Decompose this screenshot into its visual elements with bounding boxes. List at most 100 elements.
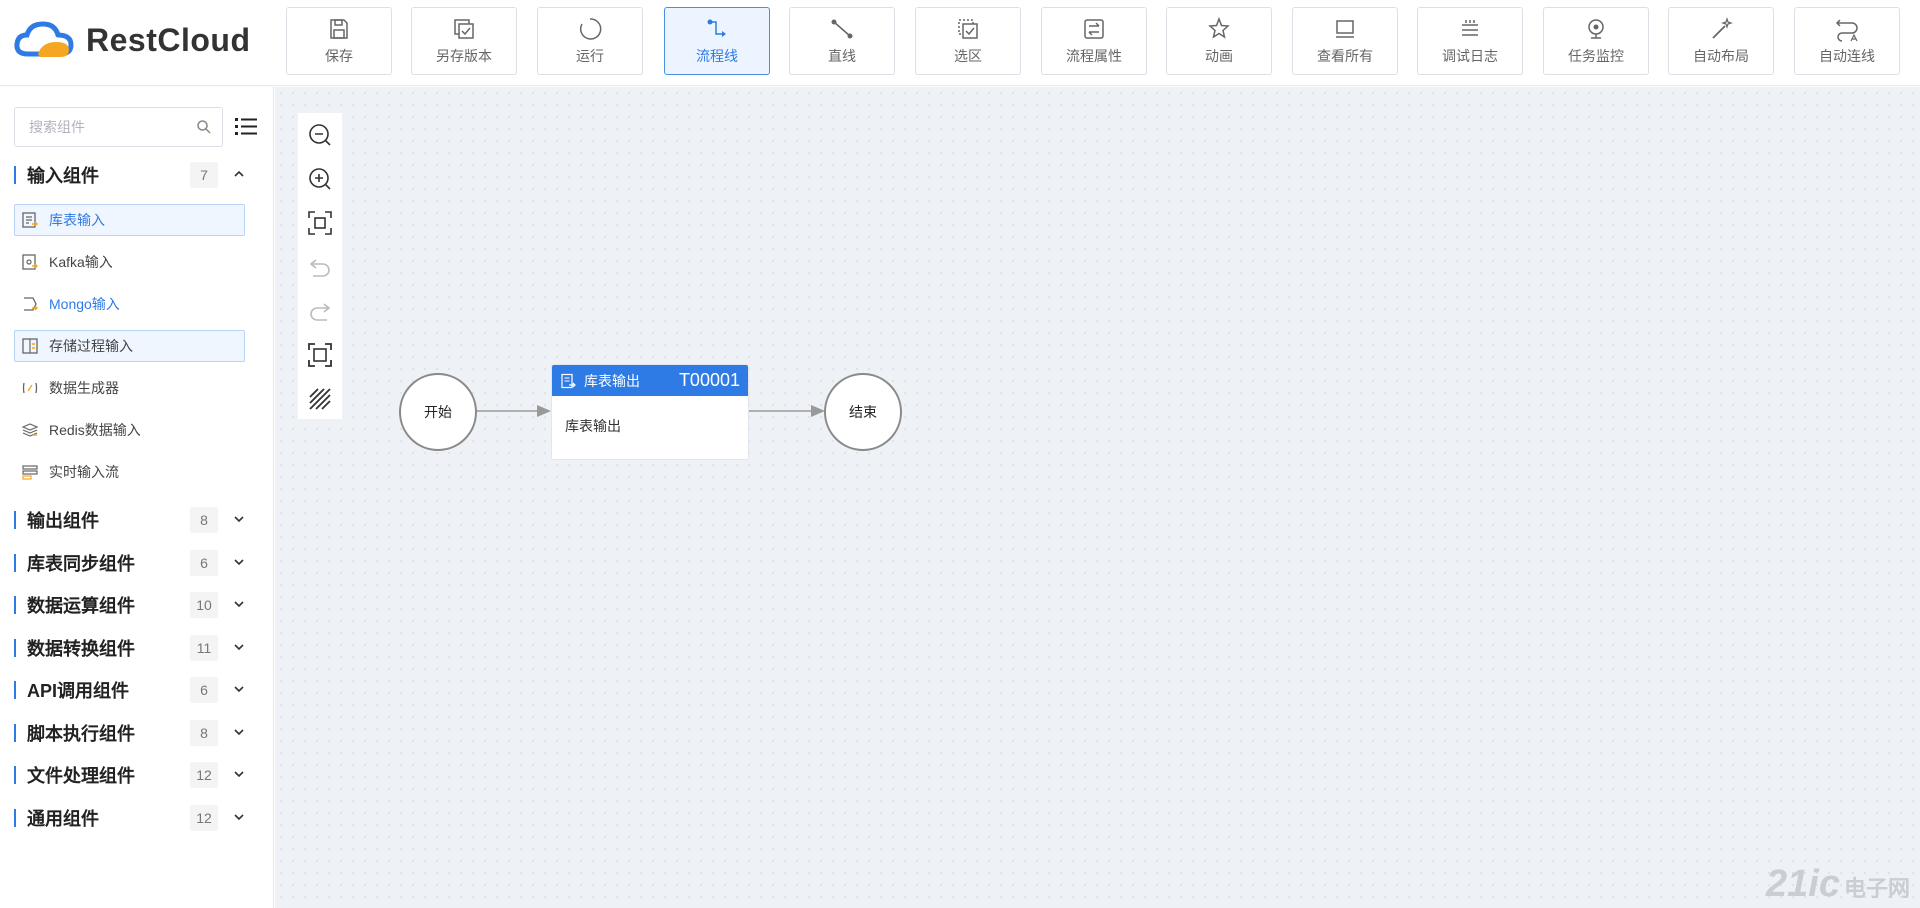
stored-procedure-icon: [22, 338, 38, 354]
group-input-components[interactable]: 输入组件 7: [0, 160, 274, 190]
component-label: 数据生成器: [49, 380, 119, 396]
select-area-button[interactable]: 选区: [915, 7, 1021, 75]
group-title: 通用组件: [27, 809, 99, 829]
task-monitor-button[interactable]: 任务监控: [1543, 7, 1649, 75]
group-title: 脚本执行组件: [27, 724, 135, 744]
chevron-down-icon[interactable]: [232, 640, 246, 654]
component-table-input[interactable]: 库表输入: [14, 204, 245, 236]
tool-label: 运行: [576, 48, 604, 64]
group-data-transform-components[interactable]: 数据转换组件 11: [0, 633, 274, 663]
auto-layout-button[interactable]: 自动布局: [1668, 7, 1774, 75]
component-kafka-input[interactable]: Kafka输入: [14, 246, 245, 278]
watermark: 21ic 电子网: [1766, 863, 1910, 906]
chevron-down-icon[interactable]: [232, 555, 246, 569]
tool-label: 查看所有: [1317, 48, 1373, 64]
component-label: 实时输入流: [49, 464, 119, 480]
task-node[interactable]: 库表输出 T00001 库表输出: [551, 364, 749, 460]
chevron-down-icon[interactable]: [232, 597, 246, 611]
actual-size-icon[interactable]: [307, 342, 333, 368]
group-output-components[interactable]: 输出组件 8: [0, 505, 274, 535]
save-version-button[interactable]: 另存版本: [411, 7, 517, 75]
chevron-down-icon[interactable]: [232, 810, 246, 824]
chevron-up-icon[interactable]: [232, 167, 246, 181]
component-redis-input[interactable]: Redis数据输入: [14, 414, 245, 446]
debug-log-icon: [1462, 20, 1478, 36]
group-count: 12: [190, 805, 218, 831]
group-marker: [14, 766, 16, 784]
flow-line-button[interactable]: 流程线: [664, 7, 770, 75]
group-api-call-components[interactable]: API调用组件 6: [0, 675, 274, 705]
group-marker: [14, 511, 16, 529]
group-script-components[interactable]: 脚本执行组件 8: [0, 718, 274, 748]
component-label: 库表输入: [49, 212, 105, 228]
tool-label: 另存版本: [436, 48, 492, 64]
zoom-in-icon[interactable]: [307, 166, 333, 192]
select-area-icon: [958, 19, 978, 39]
search-icon[interactable]: [196, 119, 212, 135]
group-table-sync-components[interactable]: 库表同步组件 6: [0, 548, 274, 578]
task-node-id: T00001: [678, 370, 740, 390]
redo-icon[interactable]: [307, 298, 333, 324]
fit-view-icon[interactable]: [307, 210, 333, 236]
group-data-operation-components[interactable]: 数据运算组件 10: [0, 590, 274, 620]
group-common-components[interactable]: 通用组件 12: [0, 803, 274, 833]
component-data-generator[interactable]: 数据生成器: [14, 372, 245, 404]
undo-icon[interactable]: [307, 254, 333, 280]
flow-canvas[interactable]: 开始 库表输出 T00001 库表输出 结束 21ic 电子网: [275, 87, 1920, 908]
cloud-logo-icon: [14, 21, 74, 57]
watermark-sub: 电子网: [1843, 876, 1910, 901]
group-marker: [14, 809, 16, 827]
debug-log-button[interactable]: 调试日志: [1417, 7, 1523, 75]
chevron-down-icon[interactable]: [232, 512, 246, 526]
component-mongo-input[interactable]: Mongo输入: [14, 288, 245, 320]
group-title: 输出组件: [27, 511, 99, 531]
search-input[interactable]: [29, 119, 179, 135]
component-stored-procedure-input[interactable]: 存储过程输入: [14, 330, 245, 362]
tool-label: 动画: [1205, 48, 1233, 64]
group-count: 11: [190, 635, 218, 661]
task-node-body: 库表输出: [565, 418, 621, 434]
list-view-icon[interactable]: [234, 113, 258, 141]
start-node-label: 开始: [424, 404, 452, 420]
group-marker: [14, 639, 16, 657]
straight-line-icon: [831, 19, 853, 39]
task-node-header: 库表输出 T00001: [552, 365, 748, 396]
task-node-name: 库表输出: [584, 372, 640, 389]
view-all-button[interactable]: 查看所有: [1292, 7, 1398, 75]
start-node[interactable]: 开始: [399, 373, 477, 451]
data-generator-icon: [22, 382, 38, 394]
group-marker: [14, 681, 16, 699]
search-box: [14, 107, 223, 147]
straight-line-button[interactable]: 直线: [789, 7, 895, 75]
auto-connect-button[interactable]: 自动连线: [1794, 7, 1900, 75]
tool-label: 调试日志: [1442, 48, 1498, 64]
grid-toggle-icon[interactable]: [307, 386, 333, 412]
brand-name: RestCloud: [86, 21, 251, 58]
zoom-out-icon[interactable]: [307, 122, 333, 148]
end-node[interactable]: 结束: [824, 373, 902, 451]
group-title: 数据转换组件: [27, 639, 135, 659]
chevron-down-icon[interactable]: [232, 682, 246, 696]
tool-label: 流程属性: [1066, 48, 1122, 64]
save-button[interactable]: 保存: [286, 7, 392, 75]
zoom-panel: [298, 113, 342, 419]
tool-label: 自动布局: [1693, 48, 1749, 64]
realtime-stream-icon: [22, 465, 38, 480]
group-file-processing-components[interactable]: 文件处理组件 12: [0, 760, 274, 790]
chevron-down-icon[interactable]: [232, 767, 246, 781]
component-realtime-input-stream[interactable]: 实时输入流: [14, 456, 245, 488]
tool-label: 保存: [325, 48, 353, 64]
component-sidebar: 输入组件 7 库表输入 Kafka输入 Mongo输入 存储过程输入 数据生成器…: [0, 87, 274, 908]
group-count: 6: [190, 550, 218, 576]
tool-label: 任务监控: [1568, 48, 1624, 64]
flow-connectors: [472, 405, 825, 417]
chevron-down-icon[interactable]: [232, 725, 246, 739]
animation-button[interactable]: 动画: [1166, 7, 1272, 75]
component-label: 存储过程输入: [49, 338, 133, 354]
flow-properties-button[interactable]: 流程属性: [1041, 7, 1147, 75]
tool-label: 直线: [828, 48, 856, 64]
kafka-input-icon: [22, 254, 38, 270]
run-button[interactable]: 运行: [537, 7, 643, 75]
group-title: API调用组件: [27, 681, 130, 701]
group-title: 库表同步组件: [27, 554, 135, 574]
